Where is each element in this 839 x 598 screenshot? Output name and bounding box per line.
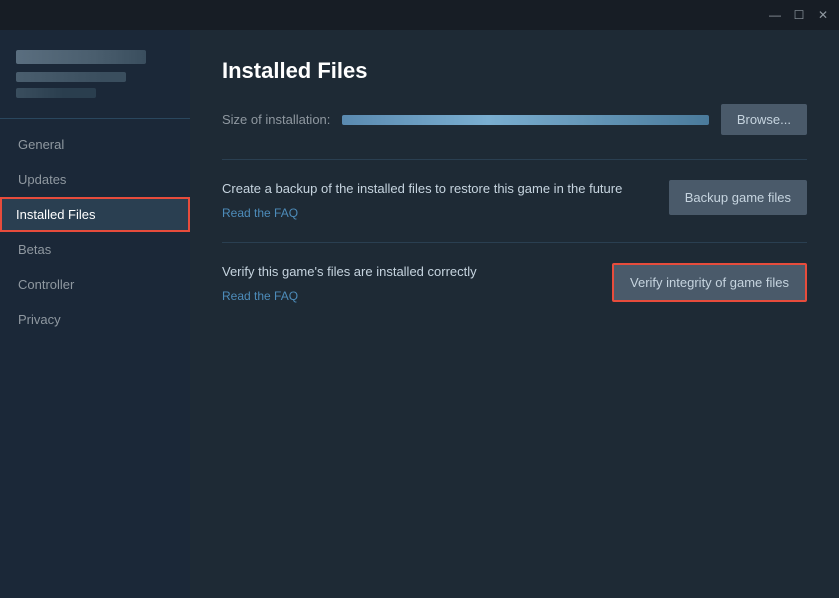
install-size-bar — [342, 115, 708, 125]
install-size-label: Size of installation: — [222, 112, 330, 127]
minimize-button[interactable]: — — [767, 7, 783, 23]
sidebar-item-privacy[interactable]: Privacy — [0, 302, 190, 337]
backup-button[interactable]: Backup game files — [669, 180, 807, 215]
verify-integrity-button[interactable]: Verify integrity of game files — [612, 263, 807, 302]
browse-button[interactable]: Browse... — [721, 104, 807, 135]
sidebar-item-controller[interactable]: Controller — [0, 267, 190, 302]
game-subtitle-bar — [16, 72, 126, 82]
maximize-button[interactable]: ☐ — [791, 7, 807, 23]
game-title-bar — [16, 50, 146, 64]
sidebar-game-info — [0, 42, 190, 114]
sidebar: General Updates Installed Files Betas Co… — [0, 30, 190, 598]
verify-section-text: Verify this game's files are installed c… — [222, 263, 592, 305]
app-body: General Updates Installed Files Betas Co… — [0, 30, 839, 598]
backup-faq-link[interactable]: Read the FAQ — [222, 206, 298, 220]
verify-action: Verify integrity of game files — [612, 263, 807, 302]
verify-section-row: Verify this game's files are installed c… — [222, 242, 807, 325]
sidebar-item-installed-files[interactable]: Installed Files — [0, 197, 190, 232]
install-size-row: Size of installation: Browse... — [222, 104, 807, 135]
verify-faq-link[interactable]: Read the FAQ — [222, 289, 298, 303]
title-bar: — ☐ ✕ — [0, 0, 839, 30]
title-bar-controls: — ☐ ✕ — [767, 7, 831, 23]
close-button[interactable]: ✕ — [815, 7, 831, 23]
backup-action: Backup game files — [669, 180, 807, 215]
sidebar-divider — [0, 118, 190, 119]
backup-description: Create a backup of the installed files t… — [222, 180, 649, 198]
sidebar-item-general[interactable]: General — [0, 127, 190, 162]
game-tag-bar — [16, 88, 96, 98]
sidebar-item-betas[interactable]: Betas — [0, 232, 190, 267]
verify-description: Verify this game's files are installed c… — [222, 263, 592, 281]
backup-section-row: Create a backup of the installed files t… — [222, 159, 807, 242]
sidebar-item-updates[interactable]: Updates — [0, 162, 190, 197]
content-area: Installed Files Size of installation: Br… — [190, 30, 839, 598]
page-title: Installed Files — [222, 58, 807, 84]
backup-section-text: Create a backup of the installed files t… — [222, 180, 649, 222]
